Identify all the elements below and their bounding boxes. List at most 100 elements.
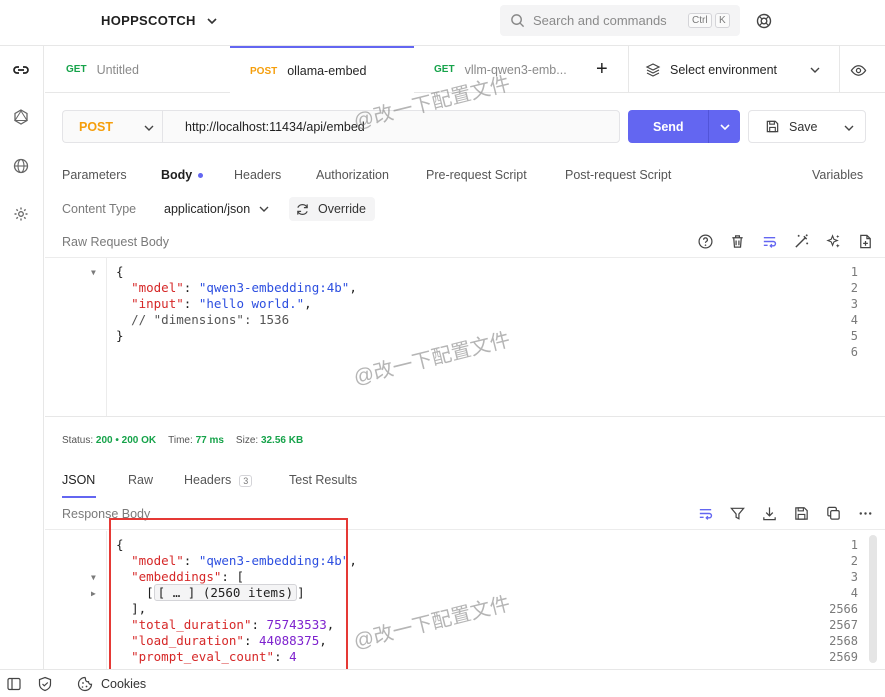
send-options-button[interactable] bbox=[708, 110, 740, 143]
time-label: Time: bbox=[168, 435, 193, 446]
sparkles-icon[interactable] bbox=[825, 233, 842, 250]
filter-icon[interactable] bbox=[729, 505, 746, 522]
fold-arrow-down-icon[interactable]: ▼ bbox=[91, 573, 96, 582]
status-label: Status: bbox=[62, 435, 94, 446]
copy-icon[interactable] bbox=[825, 505, 842, 522]
tab-post-request-script[interactable]: Post-request Script bbox=[565, 168, 671, 182]
tab-method: GET bbox=[66, 64, 87, 75]
download-icon[interactable] bbox=[761, 505, 778, 522]
chevron-down-icon bbox=[810, 67, 820, 73]
tab-name: Untitled bbox=[96, 62, 139, 77]
tab-response-headers[interactable]: Headers 3 bbox=[184, 473, 253, 487]
search-bar[interactable]: Search and commands Ctrl K bbox=[500, 5, 740, 36]
json-comma: , bbox=[304, 296, 312, 311]
chevron-down-icon bbox=[207, 17, 217, 24]
help-circle-icon[interactable] bbox=[697, 233, 714, 250]
line-number: 2 bbox=[850, 281, 858, 295]
code-comment: // "dimensions": 1536 bbox=[131, 312, 290, 327]
tab-variables[interactable]: Variables bbox=[812, 168, 863, 182]
line-number: 3 bbox=[850, 297, 858, 311]
cookie-icon[interactable] bbox=[77, 676, 93, 692]
realtime-globe-icon[interactable] bbox=[12, 157, 30, 175]
line-number: 2568 bbox=[829, 634, 858, 648]
trash-icon[interactable] bbox=[729, 233, 746, 250]
layers-icon bbox=[645, 62, 661, 77]
method-select[interactable]: POST bbox=[62, 110, 162, 143]
tab-raw[interactable]: Raw bbox=[128, 473, 153, 487]
new-tab-button[interactable]: + bbox=[596, 46, 608, 93]
url-value: http://localhost:11434/api/embed bbox=[185, 119, 365, 134]
shield-check-icon[interactable] bbox=[37, 676, 53, 692]
tab-body-label: Body bbox=[161, 168, 193, 182]
json-string: "hello world." bbox=[198, 296, 305, 311]
app-name: HOPPSCOTCH bbox=[101, 13, 196, 28]
wrap-lines-icon[interactable] bbox=[761, 233, 778, 250]
eye-icon[interactable] bbox=[850, 62, 867, 79]
graphql-icon[interactable] bbox=[12, 108, 30, 126]
line-number: 1 bbox=[850, 538, 858, 552]
fold-arrow-right-icon[interactable]: ▶ bbox=[91, 589, 96, 598]
annotation-highlight-box bbox=[109, 518, 348, 671]
line-number: 2 bbox=[850, 554, 858, 568]
tab-body[interactable]: Body bbox=[161, 168, 204, 182]
status-value: 200 • 200 OK bbox=[95, 435, 157, 446]
tab-test-results[interactable]: Test Results bbox=[289, 473, 357, 487]
json-string: "qwen3-embedding:4b" bbox=[198, 280, 350, 295]
line-gutter bbox=[45, 531, 107, 669]
line-number: 5 bbox=[850, 329, 858, 343]
save-icon bbox=[766, 120, 779, 133]
tab-headers[interactable]: Headers bbox=[234, 168, 281, 182]
override-button[interactable]: Override bbox=[289, 197, 375, 221]
search-placeholder: Search and commands bbox=[533, 13, 667, 28]
file-add-icon[interactable] bbox=[857, 233, 874, 250]
tab-pre-request-script[interactable]: Pre-request Script bbox=[426, 168, 527, 182]
rest-link-icon[interactable] bbox=[12, 61, 30, 79]
code-line: "model": "qwen3-embedding:4b", bbox=[116, 280, 357, 295]
tab-method: POST bbox=[250, 65, 278, 77]
fold-arrow-down-icon[interactable]: ▼ bbox=[91, 268, 96, 277]
json-comma: , bbox=[349, 553, 357, 568]
chevron-down-icon bbox=[719, 123, 730, 130]
content-type-select[interactable]: application/json bbox=[164, 202, 270, 216]
more-horizontal-icon[interactable] bbox=[857, 505, 874, 522]
status-item: Status: 200 • 200 OK bbox=[62, 435, 156, 446]
send-button[interactable]: Send bbox=[628, 110, 740, 143]
sidebar-toggle-icon[interactable] bbox=[6, 676, 22, 692]
line-number: 1 bbox=[850, 265, 858, 279]
request-body-title: Raw Request Body bbox=[62, 235, 170, 249]
method-value: POST bbox=[79, 119, 114, 134]
line-number: 3 bbox=[850, 570, 858, 584]
override-label: Override bbox=[318, 202, 366, 216]
save-icon[interactable] bbox=[793, 505, 810, 522]
shortcut-key-ctrl: Ctrl bbox=[688, 13, 712, 28]
magic-wand-icon[interactable] bbox=[793, 233, 810, 250]
tab-authorization[interactable]: Authorization bbox=[316, 168, 389, 182]
size-value: 32.56 KB bbox=[260, 435, 304, 446]
time-item: Time: 77 ms bbox=[168, 435, 224, 446]
json-key: "model" bbox=[131, 280, 184, 295]
status-footer: Cookies bbox=[0, 669, 885, 697]
save-button[interactable]: Save bbox=[748, 110, 866, 143]
code-line: } bbox=[116, 328, 124, 343]
settings-gear-icon[interactable] bbox=[12, 205, 30, 223]
line-number: 4 bbox=[850, 313, 858, 327]
help-lifebuoy-icon[interactable] bbox=[756, 13, 772, 29]
cookies-link[interactable]: Cookies bbox=[101, 677, 146, 691]
vertical-scrollbar[interactable] bbox=[869, 535, 877, 663]
json-sep: : bbox=[183, 296, 199, 311]
tab-ollama-embed[interactable]: POST ollama-embed bbox=[230, 46, 414, 94]
size-item: Size: 32.56 KB bbox=[236, 435, 303, 446]
search-icon bbox=[511, 14, 525, 28]
tab-parameters[interactable]: Parameters bbox=[62, 168, 127, 182]
environment-label: Select environment bbox=[670, 62, 778, 77]
content-type-label: Content Type bbox=[62, 202, 137, 216]
environment-selector[interactable]: Select environment bbox=[628, 46, 840, 93]
modified-dot bbox=[198, 173, 204, 179]
tab-untitled[interactable]: GET Untitled bbox=[66, 46, 139, 93]
wrap-lines-icon[interactable] bbox=[697, 505, 714, 522]
workspace-selector[interactable]: HOPPSCOTCH bbox=[101, 13, 218, 28]
chevron-down-icon bbox=[844, 125, 854, 131]
tab-json[interactable]: JSON bbox=[62, 473, 95, 487]
line-gutter bbox=[45, 258, 107, 416]
size-label: Size: bbox=[235, 435, 259, 446]
